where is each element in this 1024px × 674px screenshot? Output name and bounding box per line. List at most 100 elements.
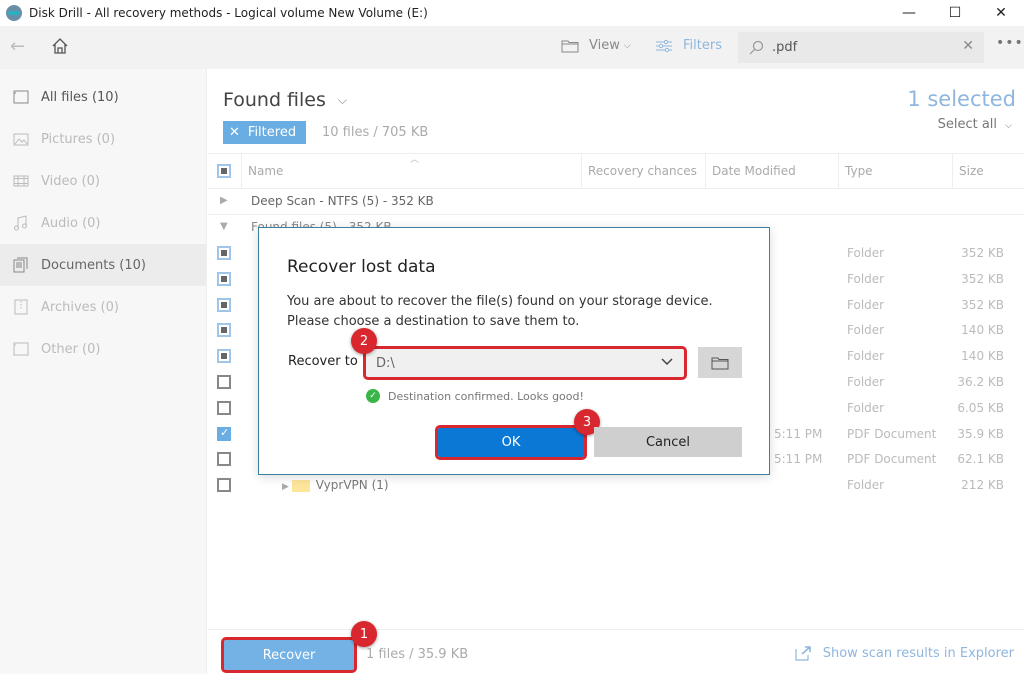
sidebar-item-all-files[interactable]: All files (10) [0, 76, 206, 118]
sidebar-item-label: Other (0) [41, 341, 101, 357]
search-input[interactable] [772, 40, 952, 55]
select-all-dropdown[interactable]: Select all ⌵ [938, 117, 1012, 132]
row-name-text: VyprVPN (1) [315, 478, 389, 493]
row-size: 140 KB [961, 323, 1004, 338]
destination-dropdown[interactable]: D:\ [363, 346, 687, 380]
group-row[interactable]: ▶ Deep Scan - NTFS (5) - 352 KB [208, 189, 1024, 215]
table-header: Name ︿ Recovery chances Date Modified Ty… [208, 153, 1024, 189]
row-checkbox[interactable] [217, 297, 231, 312]
sidebar-item-label: Documents (10) [41, 257, 146, 273]
recover-button[interactable]: Recover [221, 637, 357, 673]
minimize-button[interactable]: — [886, 0, 932, 26]
ok-button[interactable]: OK [435, 425, 587, 460]
row-date: 5:11 PM [774, 426, 823, 441]
select-all-checkbox[interactable] [217, 164, 231, 178]
recover-dialog: Recover lost data You are about to recov… [258, 227, 770, 475]
row-checkbox[interactable] [217, 246, 231, 260]
column-date-modified[interactable]: Date Modified [705, 154, 838, 188]
close-button[interactable]: ✕ [978, 0, 1024, 26]
row-checkbox[interactable] [217, 452, 231, 467]
show-in-explorer-label: Show scan results in Explorer [822, 645, 1014, 661]
sidebar-item-audio[interactable]: Audio (0) [0, 202, 206, 244]
row-type: Folder [847, 349, 885, 364]
more-options-icon[interactable]: ••• [996, 35, 1024, 51]
row-type: PDF Document [847, 426, 937, 441]
filters-label: Filters [683, 38, 722, 53]
row-type: Folder [847, 478, 885, 493]
selected-count: 1 selected [907, 87, 1016, 111]
view-label: View [589, 38, 620, 53]
row-checkbox[interactable] [217, 375, 231, 389]
external-link-icon [795, 646, 811, 661]
row-size: 352 KB [961, 297, 1004, 312]
show-in-explorer-link[interactable]: Show scan results in Explorer [795, 645, 1014, 661]
step-badge-1: 1 [351, 621, 377, 647]
pictures-icon [12, 131, 30, 147]
sidebar-item-video[interactable]: Video (0) [0, 160, 206, 202]
row-type: Folder [847, 375, 885, 389]
folder-icon [711, 357, 729, 369]
row-size: 6.05 KB [957, 400, 1004, 415]
expand-arrow-icon[interactable]: ▶ [220, 195, 228, 206]
chevron-down-icon [661, 358, 673, 366]
title-bar: Disk Drill - All recovery methods - Logi… [0, 0, 1024, 26]
folder-icon [561, 40, 579, 52]
row-date: 5:11 PM [774, 452, 823, 467]
cancel-button[interactable]: Cancel [594, 427, 742, 457]
sidebar-item-label: Audio (0) [41, 215, 101, 231]
dialog-message: You are about to recover the file(s) fou… [287, 294, 713, 329]
row-type: Folder [847, 297, 885, 312]
sidebar-item-archives[interactable]: Archives (0) [0, 286, 206, 328]
row-checkbox[interactable] [217, 426, 231, 441]
collapse-arrow-icon[interactable]: ▼ [220, 221, 228, 232]
select-all-label: Select all [937, 117, 998, 132]
filters-button[interactable]: Filters [655, 38, 722, 53]
remove-filter-icon[interactable]: ✕ [229, 125, 240, 140]
check-circle-icon: ✓ [366, 389, 380, 403]
row-checkbox[interactable] [217, 271, 231, 286]
sidebar-item-label: Pictures (0) [41, 131, 116, 147]
maximize-button[interactable]: ☐ [932, 0, 978, 26]
clear-search-icon[interactable]: ✕ [962, 38, 974, 54]
row-size: 212 KB [961, 478, 1004, 493]
chevron-down-icon: ⌵ [623, 40, 631, 51]
row-type: Folder [847, 323, 885, 338]
row-type: Folder [847, 246, 885, 260]
step-badge-2: 2 [351, 328, 377, 354]
row-checkbox[interactable] [217, 478, 231, 493]
sidebar-item-pictures[interactable]: Pictures (0) [0, 118, 206, 160]
destination-status: ✓ Destination confirmed. Looks good! [366, 389, 584, 403]
search-box: ✕ [738, 32, 984, 63]
column-label: Size [959, 164, 984, 178]
expand-arrow-icon[interactable]: ▶ [282, 482, 292, 492]
other-icon [12, 341, 30, 357]
browse-folder-button[interactable] [698, 347, 742, 378]
chevron-down-icon: ⌵ [1005, 121, 1012, 131]
destination-value: D:\ [376, 355, 395, 371]
view-menu-button[interactable]: View ⌵ [561, 38, 631, 53]
column-type[interactable]: Type [838, 154, 952, 188]
folder-icon [291, 479, 310, 492]
sidebar-item-label: Archives (0) [41, 299, 119, 315]
row-checkbox[interactable] [217, 349, 231, 364]
sliders-icon [656, 39, 672, 52]
search-icon [749, 40, 764, 54]
audio-icon [12, 215, 30, 231]
column-size[interactable]: Size [952, 154, 1024, 188]
back-arrow-icon[interactable]: ← [10, 36, 25, 57]
sidebar-item-other[interactable]: Other (0) [0, 328, 206, 370]
bottom-bar: Recover 1 1 files / 35.9 KB Show scan re… [208, 621, 1024, 674]
table-row[interactable]: ▶ VyprVPN (1) Folder 212 KB [208, 473, 1024, 499]
row-size: 352 KB [961, 271, 1004, 286]
column-recovery-chances[interactable]: Recovery chances [581, 154, 705, 188]
row-size: 62.1 KB [957, 452, 1004, 467]
sidebar-item-documents[interactable]: Documents (10) [0, 244, 206, 286]
sort-ascending-icon: ︿ [410, 155, 420, 165]
home-icon[interactable] [50, 36, 70, 60]
found-files-dropdown[interactable]: Found files ⌵ [223, 89, 347, 111]
filtered-chip[interactable]: ✕ Filtered [223, 121, 306, 144]
row-checkbox[interactable] [217, 323, 231, 338]
row-checkbox[interactable] [217, 400, 231, 415]
column-name[interactable]: Name ︿ [241, 154, 581, 188]
row-type: Folder [847, 271, 885, 286]
